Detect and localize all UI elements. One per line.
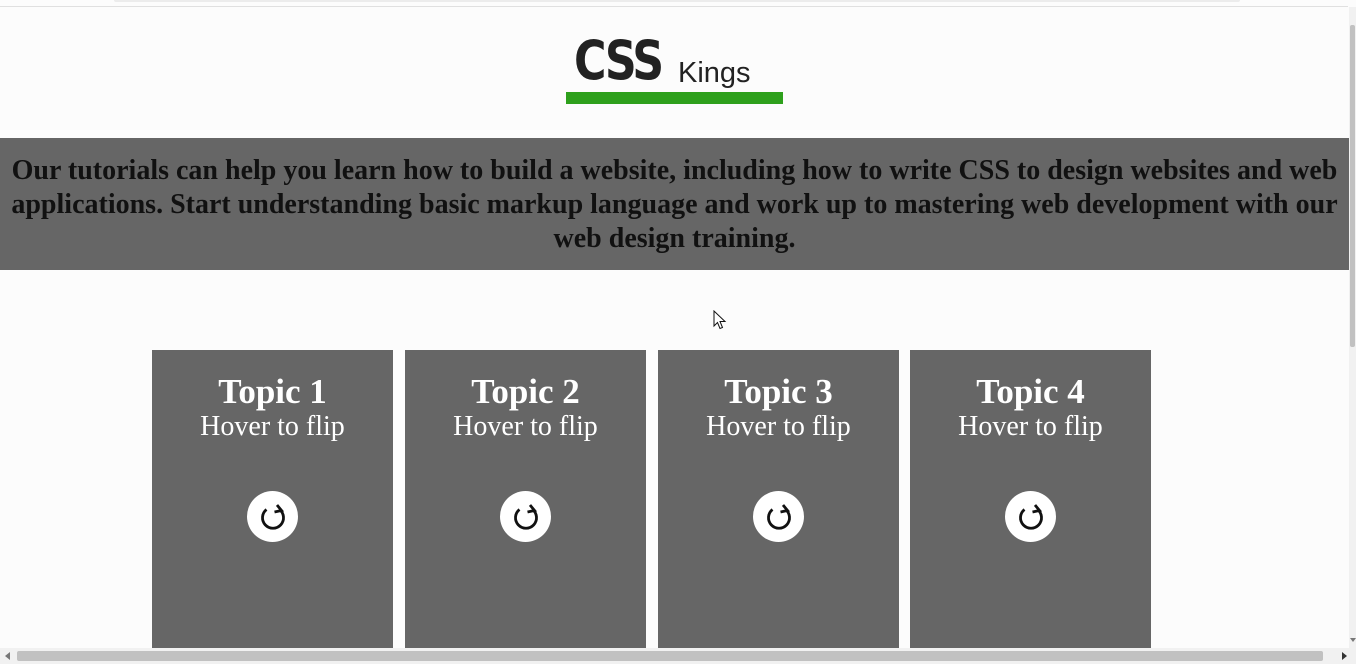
card-subtitle: Hover to flip: [958, 411, 1103, 442]
logo-underline-bar: [566, 92, 783, 104]
flip-button[interactable]: [247, 491, 298, 542]
flip-button[interactable]: [753, 491, 804, 542]
refresh-icon: [513, 503, 538, 530]
logo-main-text: CSS: [574, 29, 664, 92]
horizontal-scrollbar-thumb[interactable]: [17, 651, 1323, 661]
topic-card-3[interactable]: Topic 3 Hover to flip: [658, 350, 899, 648]
card-title: Topic 4: [976, 372, 1085, 411]
card-title: Topic 2: [471, 372, 580, 411]
intro-text: Our tutorials can help you learn how to …: [11, 155, 1338, 254]
scroll-left-arrow-icon[interactable]: [5, 652, 10, 660]
card-title: Topic 1: [218, 372, 327, 411]
horizontal-scrollbar[interactable]: [0, 648, 1356, 664]
topic-card-4[interactable]: Topic 4 Hover to flip: [910, 350, 1151, 648]
intro-banner: Our tutorials can help you learn how to …: [0, 138, 1349, 270]
vertical-scrollbar[interactable]: [1349, 7, 1356, 648]
card-title: Topic 3: [724, 372, 833, 411]
refresh-icon: [766, 503, 791, 530]
refresh-icon: [260, 503, 285, 530]
topic-card-2[interactable]: Topic 2 Hover to flip: [405, 350, 646, 648]
scroll-right-arrow-icon[interactable]: [1342, 652, 1347, 660]
vertical-scrollbar-thumb[interactable]: [1350, 25, 1355, 347]
tab-strip-shadow: [114, 0, 1240, 2]
site-logo[interactable]: CSS Kings: [566, 32, 784, 106]
scroll-down-arrow-icon[interactable]: [1350, 638, 1356, 642]
topic-card-1[interactable]: Topic 1 Hover to flip: [152, 350, 393, 648]
flip-button[interactable]: [1005, 491, 1056, 542]
flip-button[interactable]: [500, 491, 551, 542]
card-subtitle: Hover to flip: [200, 411, 345, 442]
logo-sub-text: Kings: [678, 57, 751, 89]
card-subtitle: Hover to flip: [453, 411, 598, 442]
browser-top-edge: [0, 0, 1348, 7]
card-subtitle: Hover to flip: [706, 411, 851, 442]
refresh-icon: [1018, 503, 1043, 530]
mouse-pointer-icon: [713, 310, 727, 330]
